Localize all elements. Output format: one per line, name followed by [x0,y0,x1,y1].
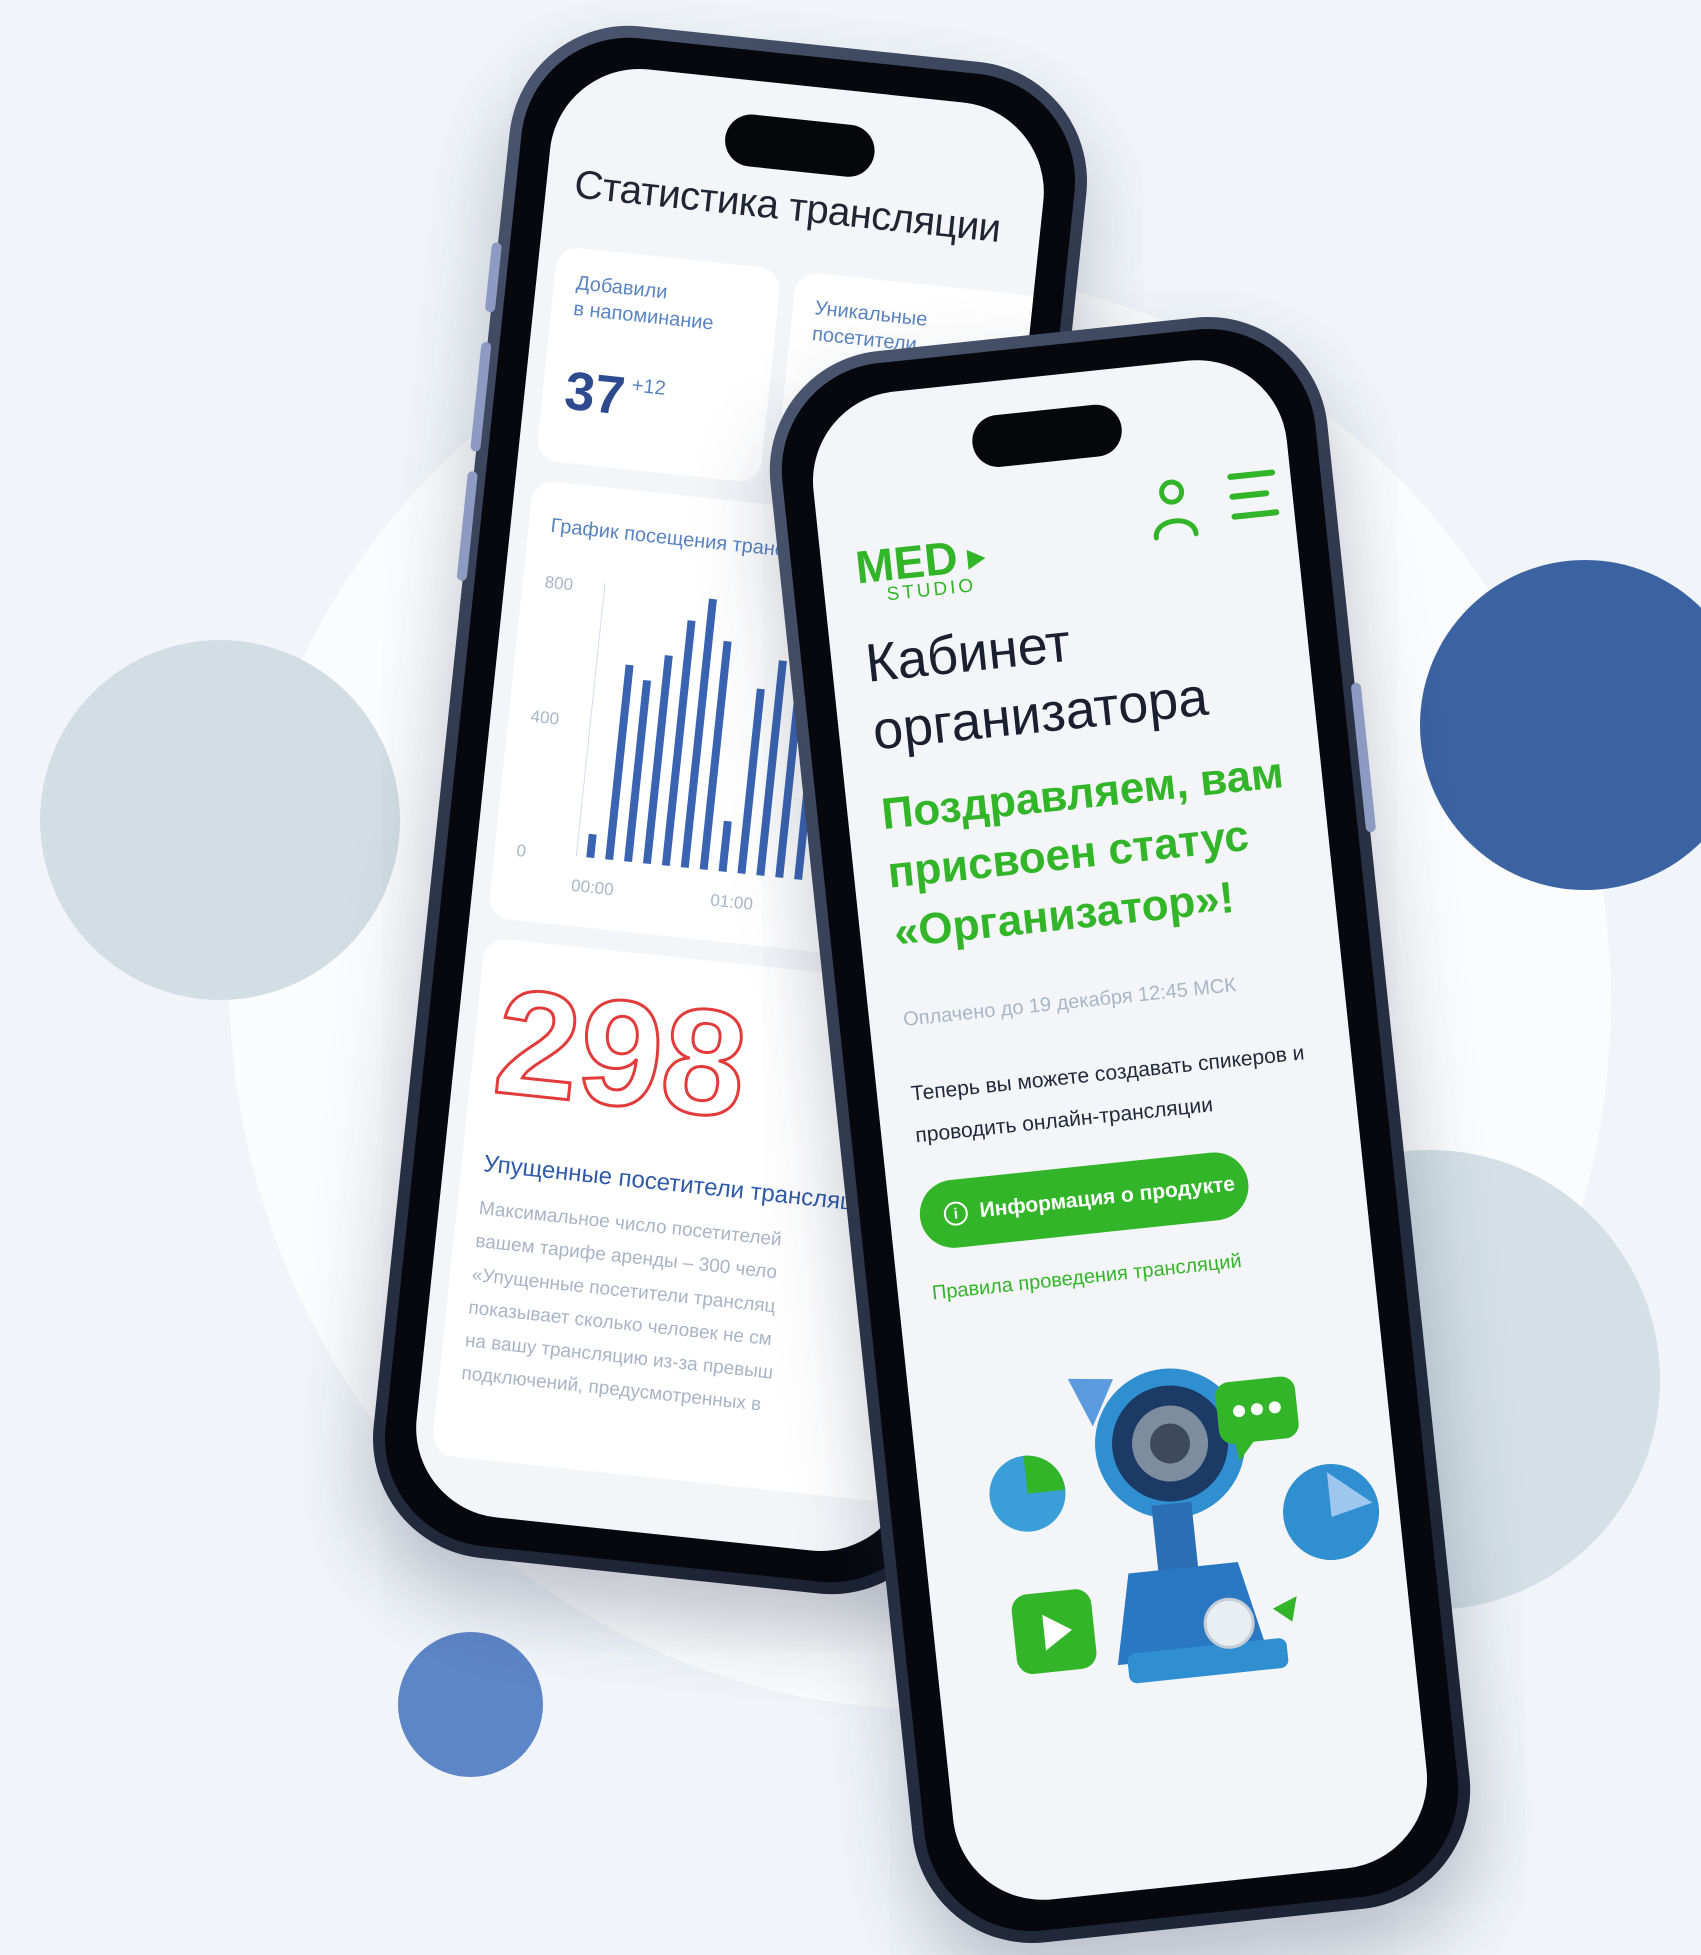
y-tick-label: 0 [516,841,527,861]
x-tick-label: 01:00 [709,891,753,914]
page-title: Статистика трансляции [572,162,1003,251]
congratulations-heading: Поздравляем, вам присвоен статус «Органи… [879,748,1286,958]
side-button [470,341,492,452]
chart-bar [586,833,597,859]
y-tick-label: 400 [530,707,560,729]
paid-until-text: Оплачено до 19 декабря 12:45 МСК [902,974,1238,1031]
page-title: Кабинет организатора [862,612,1211,761]
info-text: Теперь вы можете создавать спикеров и пр… [909,1041,1306,1148]
reminders-delta: +12 [630,374,667,400]
chart-bar [718,820,732,872]
product-info-button[interactable]: i Информация о продукте [916,1149,1252,1252]
broadcast-rules-link[interactable]: Правила проведения трансляций [931,1250,1243,1305]
menu-icon[interactable] [1224,464,1284,525]
y-tick-label: 800 [544,572,574,594]
play-icon [966,549,986,570]
info-icon: i [942,1200,970,1227]
cabinet-screen: MED STUDIO Кабинет организатора Поздравл… [804,351,1436,1909]
y-axis-line [575,582,606,857]
x-tick-label: 00:00 [570,876,614,899]
webcam-illustration [989,1368,1380,1684]
user-icon[interactable] [1144,475,1202,542]
decor-circle-blue-small [398,1632,543,1777]
side-button [484,242,503,313]
decor-circle-gray-left [40,640,400,1000]
dynamic-island [969,402,1125,470]
med-studio-logo[interactable]: MED STUDIO [853,525,1019,611]
card-label: Добавили в напоминание [572,272,715,335]
reminders-value: 37 +12 [561,360,667,427]
reminders-card[interactable]: Добавили в напоминание 37 +12 [535,245,782,484]
